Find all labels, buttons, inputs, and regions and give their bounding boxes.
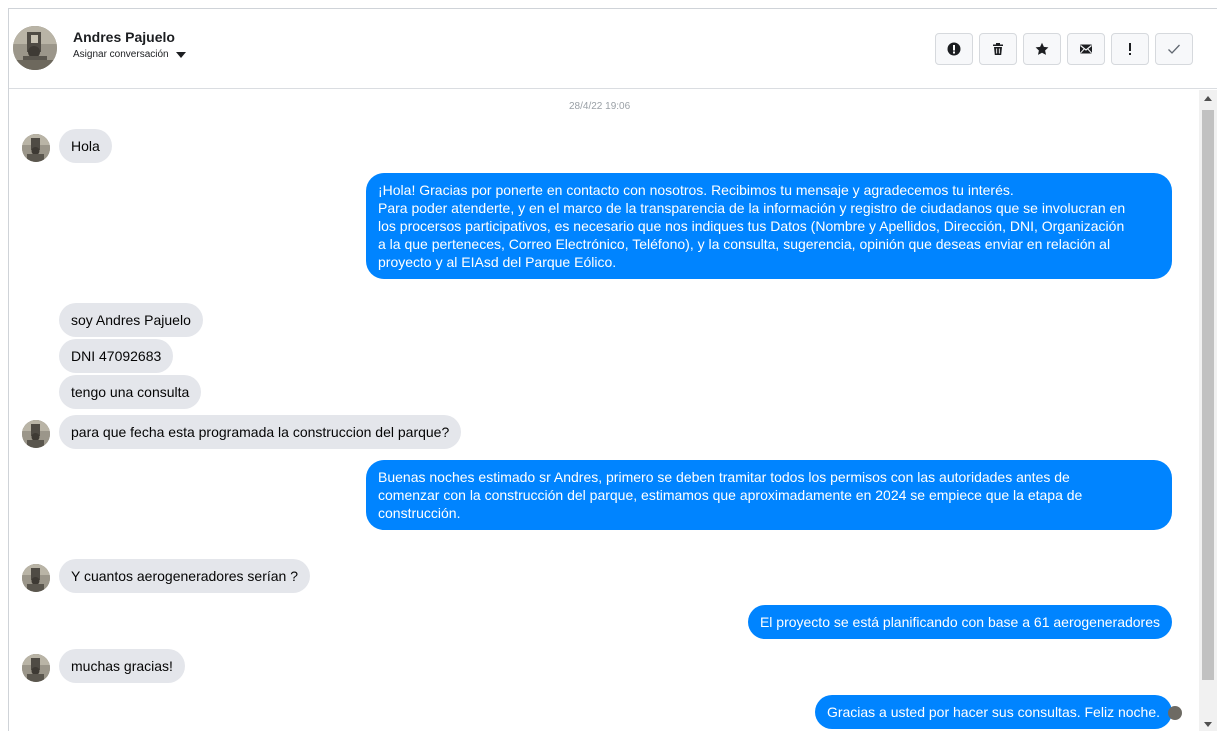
mark-done-button[interactable] <box>1155 33 1193 65</box>
thread-scrollbar[interactable] <box>1199 90 1217 731</box>
sender-avatar <box>22 564 50 592</box>
envelope-icon <box>1079 43 1093 55</box>
assign-conversation-dropdown[interactable]: Asignar conversación <box>73 49 186 60</box>
scrollbar-thumb[interactable] <box>1202 110 1214 680</box>
star-button[interactable] <box>1023 33 1061 65</box>
message-line: a la que perteneces, Correo Electrónico,… <box>378 236 1111 252</box>
arrow-up-icon <box>1204 95 1212 101</box>
alert-circle-icon <box>947 42 961 56</box>
outgoing-message: Gracias a usted por hacer sus consultas.… <box>814 695 1172 729</box>
outgoing-message: El proyecto se está planificando con bas… <box>747 605 1172 639</box>
message-line: comenzar con la construcción del parque,… <box>378 487 1083 503</box>
mark-spam-button[interactable] <box>935 33 973 65</box>
incoming-message: soy Andres Pajuelo <box>59 303 203 337</box>
conversation-header: Andres Pajuelo Asignar conversación <box>9 9 1217 89</box>
inbox-conversation-panel: Andres Pajuelo Asignar conversación 28/4… <box>8 8 1217 731</box>
message-line: los procersos participativos, es necesar… <box>378 218 1125 234</box>
incoming-message: Hola <box>59 129 112 163</box>
outgoing-message: Buenas noches estimado sr Andres, primer… <box>366 460 1172 530</box>
outgoing-message: ¡Hola! Gracias por ponerte en contacto c… <box>366 173 1172 279</box>
message-line: Buenas noches estimado sr Andres, primer… <box>378 469 1070 485</box>
sender-avatar <box>22 420 50 448</box>
incoming-message: Y cuantos aerogeneradores serían ? <box>59 559 311 593</box>
contact-avatar[interactable] <box>13 26 57 70</box>
caret-down-icon <box>175 51 186 58</box>
trash-icon <box>991 42 1005 56</box>
scroll-down-button[interactable] <box>1199 716 1217 731</box>
message-thread: 28/4/22 19:06 Hola ¡Hola! Gracias por po… <box>9 90 1199 731</box>
message-timestamp: 28/4/22 19:06 <box>569 101 631 112</box>
sender-avatar <box>22 654 50 682</box>
incoming-message: tengo una consulta <box>59 375 202 409</box>
follow-up-button[interactable] <box>1111 33 1149 65</box>
incoming-message: DNI 47092683 <box>59 339 174 373</box>
message-line: ¡Hola! Gracias por ponerte en contacto c… <box>378 182 1014 198</box>
exclamation-icon <box>1127 42 1133 56</box>
star-icon <box>1035 42 1049 56</box>
message-line: proyecto y al EIAsd del Parque Eólico. <box>378 254 617 270</box>
arrow-down-icon <box>1204 721 1212 727</box>
incoming-message: muchas gracias! <box>59 649 185 683</box>
conversation-toolbar <box>935 33 1193 65</box>
message-line: construcción. <box>378 505 461 521</box>
contact-name: Andres Pajuelo <box>73 29 175 45</box>
check-icon <box>1167 43 1181 55</box>
scroll-up-button[interactable] <box>1199 90 1217 106</box>
assign-conversation-label: Asignar conversación <box>73 49 169 60</box>
incoming-message: para que fecha esta programada la constr… <box>59 415 462 449</box>
mark-unread-button[interactable] <box>1067 33 1105 65</box>
message-line: Para poder atenderte, y en el marco de l… <box>378 200 1126 216</box>
sender-avatar <box>22 134 50 162</box>
seen-avatar-indicator <box>1168 706 1182 720</box>
delete-button[interactable] <box>979 33 1017 65</box>
